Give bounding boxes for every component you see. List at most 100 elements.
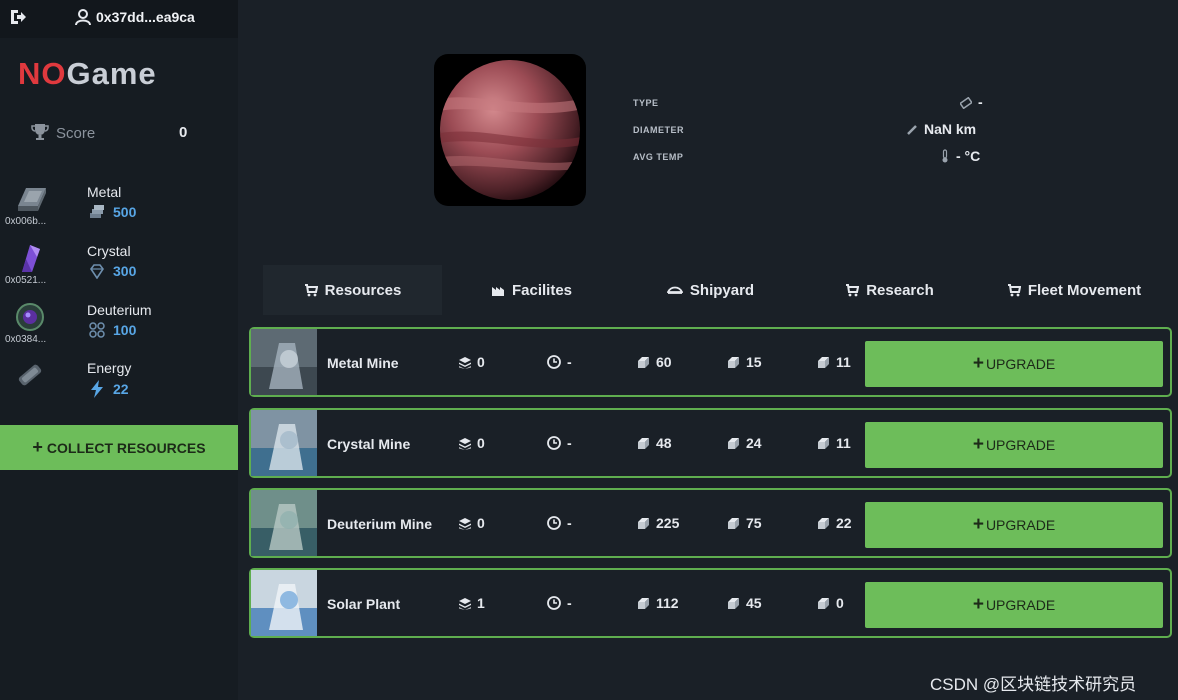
- top-bar: 0x37dd...ea9ca: [0, 0, 238, 38]
- building-row-metal-mine: Metal Mine 0 - 60 15 11 + UPGRADE: [249, 327, 1172, 397]
- upgrade-button[interactable]: + UPGRADE: [865, 582, 1163, 628]
- plus-icon: +: [32, 437, 43, 457]
- nogame-logo: NOGame: [18, 56, 157, 91]
- deuterium-orb-icon[interactable]: [12, 302, 48, 332]
- building-time: -: [547, 515, 572, 531]
- bolt-icon: [89, 380, 105, 398]
- building-name: Deuterium Mine: [327, 516, 433, 532]
- cost-metal: 60: [637, 354, 672, 370]
- layers-icon: [459, 597, 471, 610]
- planet-type-icon: [959, 96, 973, 110]
- building-time: -: [547, 595, 572, 611]
- watermark: CSDN @区块链技术研究员: [930, 675, 1137, 694]
- cube-icon: [637, 597, 650, 610]
- cost-crystal: 45: [727, 595, 762, 611]
- tab-resources[interactable]: Resources: [263, 265, 442, 315]
- layers-icon: [459, 517, 471, 530]
- resource-name: Energy: [87, 360, 132, 376]
- cart-icon: [1007, 283, 1022, 297]
- cost-crystal: 15: [727, 354, 762, 370]
- tab-facilites[interactable]: Facilites: [442, 265, 621, 315]
- energy-cell-icon: [12, 360, 48, 390]
- planet-image: [434, 54, 586, 206]
- building-image: [251, 490, 317, 556]
- building-name: Solar Plant: [327, 596, 401, 612]
- resource-address: 0x0384...: [5, 334, 47, 345]
- cube-icon: [727, 517, 740, 530]
- molecule-icon: [89, 322, 105, 338]
- planet-type-label: TYPE: [633, 98, 659, 108]
- resource-address: 0x006b...: [5, 216, 47, 227]
- planet-type-value: -: [959, 94, 983, 110]
- cart-icon: [304, 283, 318, 297]
- building-level: 0: [459, 435, 485, 451]
- resource-amount: 100: [113, 322, 137, 338]
- cube-icon: [817, 437, 830, 450]
- tab-shipyard[interactable]: Shipyard: [621, 265, 800, 315]
- plus-icon: +: [972, 353, 984, 374]
- building-time: -: [547, 435, 572, 451]
- resource-amount: 300: [113, 263, 137, 279]
- upgrade-button[interactable]: + UPGRADE: [865, 341, 1163, 387]
- resource-energy: Energy 22: [0, 358, 238, 414]
- collect-resources-button[interactable]: + COLLECT RESOURCES: [0, 425, 238, 470]
- clock-icon: [547, 355, 561, 369]
- resource-name: Metal: [87, 184, 122, 200]
- planet-temp-value: - °C: [940, 148, 980, 164]
- cost-deuterium: 11: [817, 435, 851, 451]
- building-row-deuterium-mine: Deuterium Mine 0 - 225 75 22 + UPGRADE: [249, 488, 1172, 558]
- building-image: [251, 329, 317, 395]
- cube-icon: [727, 437, 740, 450]
- wallet-address[interactable]: 0x37dd...ea9ca: [74, 8, 195, 26]
- building-row-crystal-mine: Crystal Mine 0 - 48 24 11 + UPGRADE: [249, 408, 1172, 478]
- score-label: Score: [56, 125, 96, 142]
- resource-deuterium: 0x0384... Deuterium 100: [0, 300, 238, 356]
- building-level: 1: [459, 595, 485, 611]
- factory-icon: [491, 283, 505, 297]
- plus-icon: +: [972, 594, 984, 615]
- cube-icon: [637, 356, 650, 369]
- trophy-icon: [30, 122, 50, 142]
- sidebar: 0x37dd...ea9ca NOGame Score 0 0x006b... …: [0, 0, 238, 700]
- cube-icon: [727, 356, 740, 369]
- resource-address: 0x0521...: [5, 275, 47, 286]
- building-level: 0: [459, 515, 485, 531]
- clock-icon: [547, 516, 561, 530]
- cube-icon: [727, 597, 740, 610]
- logout-icon[interactable]: [8, 7, 28, 27]
- user-icon: [74, 8, 92, 26]
- wallet-address-text: 0x37dd...ea9ca: [96, 9, 195, 25]
- tab-fleet-movement[interactable]: Fleet Movement: [979, 265, 1169, 315]
- clock-icon: [547, 436, 561, 450]
- thermometer-icon: [940, 149, 950, 163]
- cost-crystal: 24: [727, 435, 762, 451]
- resource-name: Deuterium: [87, 302, 152, 318]
- building-image: [251, 410, 317, 476]
- building-level: 0: [459, 354, 485, 370]
- resource-name: Crystal: [87, 243, 131, 259]
- planet-diameter-label: DIAMETER: [633, 125, 684, 135]
- planet-temp-label: AVG TEMP: [633, 152, 684, 162]
- cost-deuterium: 22: [817, 515, 852, 531]
- building-row-solar-plant: Solar Plant 1 - 112 45 0 + UPGRADE: [249, 568, 1172, 638]
- cost-deuterium: 0: [817, 595, 844, 611]
- cart-icon: [845, 283, 860, 297]
- cube-icon: [637, 517, 650, 530]
- resource-crystal: 0x0521... Crystal 300: [0, 241, 238, 297]
- crystal-shard-icon[interactable]: [12, 243, 48, 273]
- plus-icon: +: [972, 434, 984, 455]
- upgrade-button[interactable]: + UPGRADE: [865, 502, 1163, 548]
- ship-icon: [666, 283, 684, 297]
- planet-diameter-value: NaN km: [906, 121, 976, 137]
- plus-icon: +: [972, 514, 984, 535]
- layers-icon: [459, 356, 471, 369]
- resource-amount: 22: [113, 381, 129, 397]
- clock-icon: [547, 596, 561, 610]
- cube-icon: [817, 597, 830, 610]
- cost-crystal: 75: [727, 515, 762, 531]
- upgrade-button[interactable]: + UPGRADE: [865, 422, 1163, 468]
- tab-research[interactable]: Research: [800, 265, 979, 315]
- metal-ingot-icon[interactable]: [12, 184, 48, 214]
- layers-icon: [459, 437, 471, 450]
- building-name: Metal Mine: [327, 355, 399, 371]
